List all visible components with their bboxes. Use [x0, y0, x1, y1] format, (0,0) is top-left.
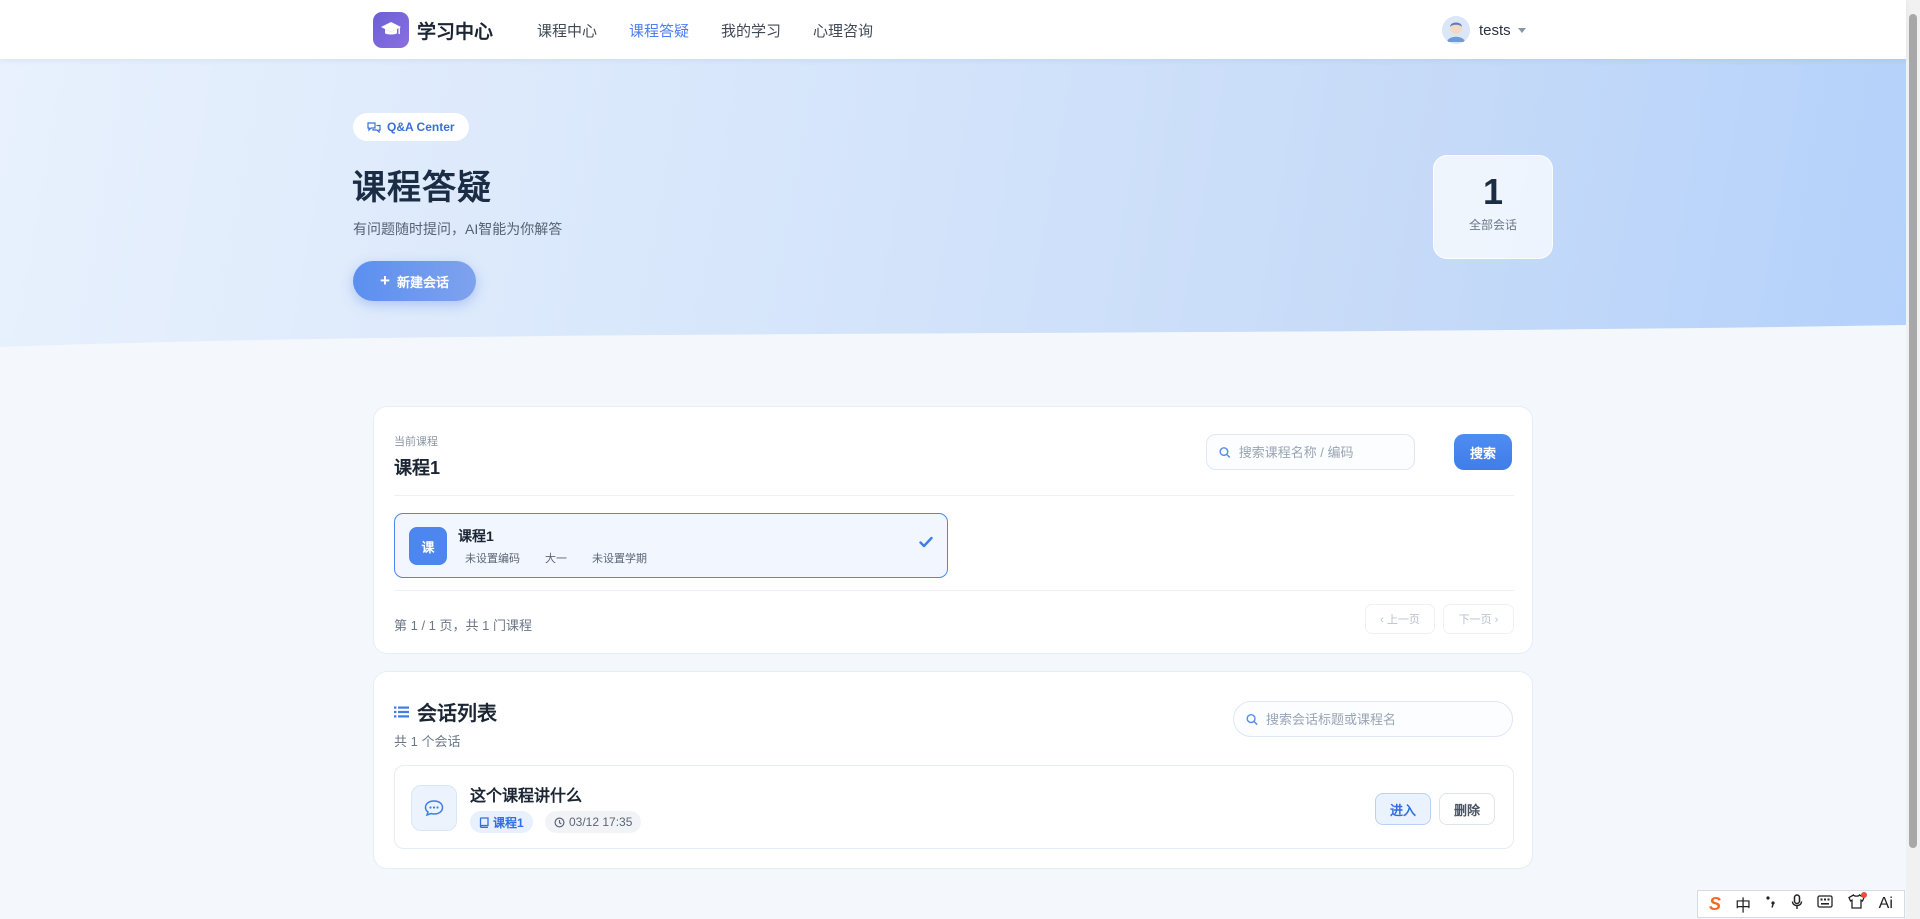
conversation-search-input[interactable]	[1266, 711, 1512, 727]
total-conversations-stat: 1 全部会话	[1433, 155, 1553, 259]
course-tag-label: 课程1	[493, 815, 524, 830]
user-menu[interactable]: tests	[1442, 16, 1526, 44]
plus-icon: +	[380, 271, 390, 290]
prev-page-button[interactable]: ‹ 上一页	[1365, 604, 1435, 634]
page-subtitle: 有问题随时提问，AI智能为你解答	[353, 221, 563, 237]
course-semester: 未设置学期	[592, 553, 647, 565]
stat-label: 全部会话	[1468, 218, 1517, 232]
divider	[394, 495, 1514, 496]
microphone-icon[interactable]	[1791, 893, 1803, 915]
course-search-box	[1206, 434, 1415, 470]
course-item-meta: 未设置编码 大一 未设置学期	[458, 550, 665, 566]
course-search-input[interactable]	[1238, 444, 1414, 460]
pagination-info: 第 1 / 1 页，共 1 门课程	[394, 618, 532, 633]
ime-ai-button[interactable]: Ai	[1879, 895, 1893, 913]
conversation-list-header: 会话列表	[394, 697, 497, 726]
nav-link-counseling[interactable]: 心理咨询	[813, 20, 873, 41]
nav-link-course-center[interactable]: 课程中心	[537, 20, 597, 41]
delete-conversation-button[interactable]: 删除	[1439, 793, 1495, 825]
course-code: 未设置编码	[465, 553, 520, 565]
ime-toolbar: S 中 Ai	[1697, 890, 1905, 918]
enter-conversation-button[interactable]: 进入	[1375, 793, 1431, 825]
course-icon: 课	[409, 527, 447, 565]
course-grade: 大一	[545, 553, 567, 565]
new-conversation-button[interactable]: + 新建会话	[353, 261, 476, 301]
scrollbar-thumb[interactable]	[1909, 14, 1917, 848]
page-title: 课程答疑	[352, 169, 492, 207]
clock-icon	[554, 816, 565, 828]
hero-banner: Q&A Center 课程答疑 有问题随时提问，AI智能为你解答 + 新建会话 …	[0, 59, 1906, 359]
conversation-time: 03/12 17:35	[569, 815, 633, 829]
nav-link-course-qa[interactable]: 课程答疑	[629, 20, 689, 41]
list-icon	[394, 706, 409, 717]
current-course-name: 课程1	[394, 458, 441, 478]
time-tag: 03/12 17:35	[545, 811, 642, 833]
page-scrollbar[interactable]	[1906, 0, 1920, 919]
punctuation-icon[interactable]	[1765, 895, 1777, 914]
qa-center-badge: Q&A Center	[353, 113, 469, 141]
conversation-title: 这个课程讲什么	[470, 788, 583, 805]
new-conversation-label: 新建会话	[396, 274, 449, 290]
conversation-list-title: 会话列表	[417, 703, 497, 725]
divider	[394, 590, 1514, 591]
current-course-label: 当前课程	[394, 436, 438, 448]
checkmark-icon	[919, 536, 933, 548]
book-icon	[479, 816, 489, 828]
keyboard-icon[interactable]	[1817, 895, 1834, 913]
course-selector-card: 当前课程 课程1 搜索 课 课程1 未设置编码 大一 未设置学期 第 1 / 1…	[373, 406, 1533, 654]
next-page-button[interactable]: 下一页 ›	[1443, 604, 1514, 634]
conversation-count: 共 1 个会话	[394, 734, 461, 749]
ime-logo-icon[interactable]: S	[1709, 894, 1721, 915]
brand-name: 学习中心	[417, 21, 494, 43]
search-icon	[1219, 446, 1231, 458]
conversation-list-item[interactable]: 这个课程讲什么 课程1 03/12 17:35 进入 删除	[394, 765, 1514, 849]
hero-wave-decoration	[0, 325, 1906, 359]
conversation-list-card: 会话列表 共 1 个会话 这个课程讲什么 课程1	[373, 671, 1533, 869]
stat-value: 1	[1482, 171, 1504, 212]
search-icon	[1246, 713, 1258, 725]
nav-link-my-learning[interactable]: 我的学习	[721, 20, 781, 41]
course-search-button[interactable]: 搜索	[1454, 434, 1512, 470]
brand[interactable]: 学习中心	[373, 12, 493, 48]
main-nav: 课程中心 课程答疑 我的学习 心理咨询	[537, 20, 905, 41]
conversation-search-box	[1233, 701, 1513, 737]
chat-bubbles-icon	[367, 121, 381, 133]
top-nav: 学习中心 课程中心 课程答疑 我的学习 心理咨询 tests	[0, 0, 1906, 59]
chat-bubble-icon	[411, 785, 457, 831]
avatar	[1442, 16, 1470, 44]
chevron-down-icon	[1517, 27, 1526, 33]
course-tag: 课程1	[470, 811, 533, 833]
course-list-item[interactable]: 课 课程1 未设置编码 大一 未设置学期	[394, 513, 948, 578]
course-item-name: 课程1	[458, 528, 494, 544]
qa-badge-label: Q&A Center	[387, 120, 455, 134]
graduation-cap-icon	[373, 12, 409, 48]
ime-mode-toggle[interactable]: 中	[1735, 892, 1751, 916]
user-name: tests	[1479, 21, 1511, 39]
skin-shirt-icon[interactable]	[1847, 892, 1867, 914]
